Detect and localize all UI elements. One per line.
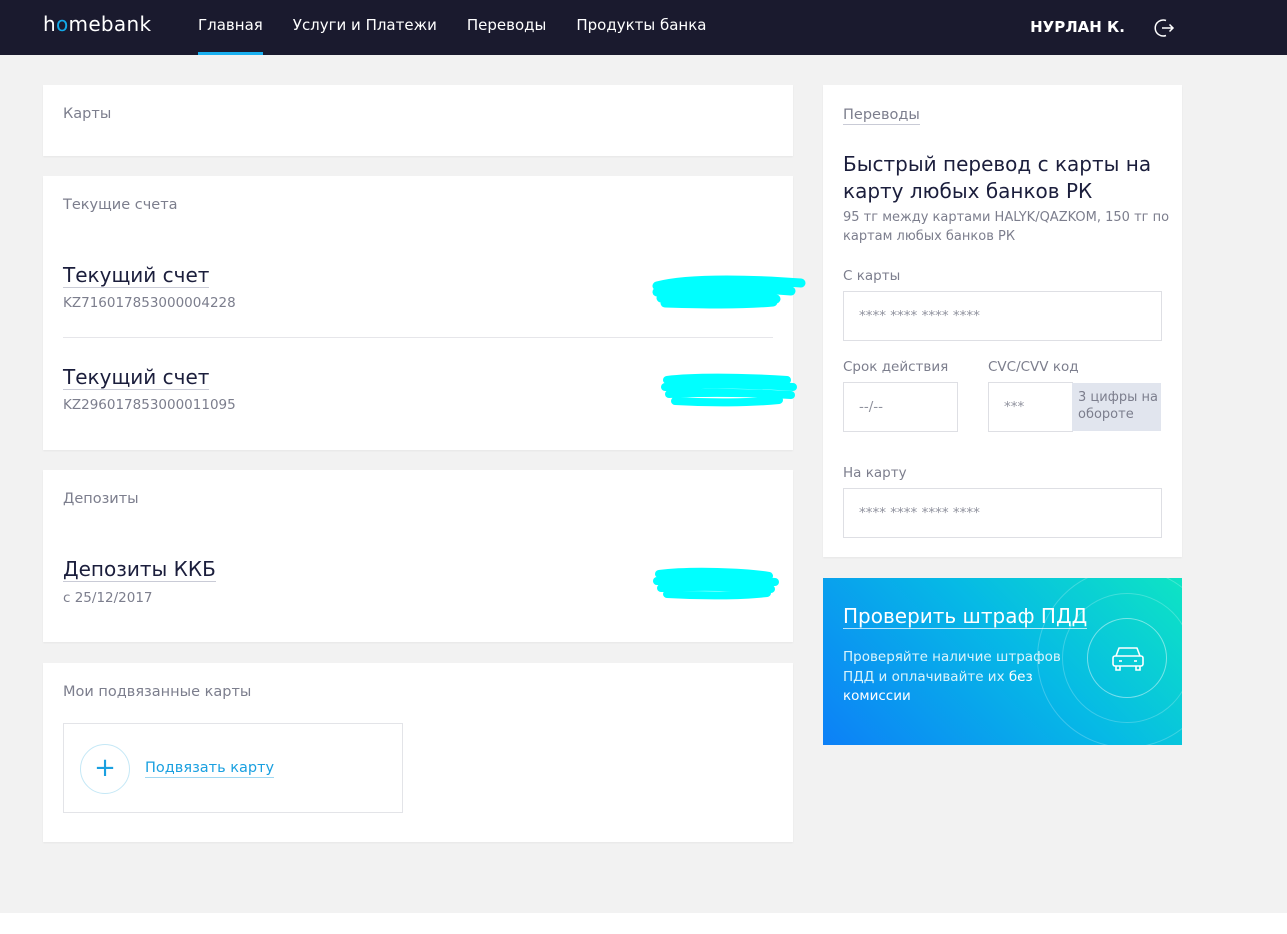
nav-transfers[interactable]: Переводы bbox=[467, 0, 547, 55]
linked-cards-title: Мои подвязанные карты bbox=[63, 684, 252, 700]
linked-cards-panel: Мои подвязанные карты + Подвязать карту bbox=[43, 663, 793, 842]
logo-text-prefix: h bbox=[43, 12, 56, 36]
deposits-panel: Депозиты Депозиты ККБ с 25/12/2017 bbox=[43, 470, 793, 642]
to-card-input[interactable] bbox=[843, 488, 1162, 538]
nav-services-payments[interactable]: Услуги и Платежи bbox=[293, 0, 437, 55]
nav-bank-products[interactable]: Продукты банка bbox=[576, 0, 706, 55]
from-card-input[interactable] bbox=[843, 291, 1162, 341]
from-card-label: С карты bbox=[843, 268, 901, 284]
footer bbox=[0, 913, 1287, 934]
user-name[interactable]: НУРЛАН К. bbox=[1030, 18, 1125, 36]
main-nav: Главная Услуги и Платежи Переводы Продук… bbox=[198, 0, 737, 55]
accounts-title: Текущие счета bbox=[63, 197, 178, 213]
add-card-link[interactable]: Подвязать карту bbox=[145, 759, 275, 778]
cvc-label: CVC/CVV код bbox=[988, 359, 1079, 375]
cvc-hint: 3 цифры на обороте bbox=[1072, 383, 1161, 431]
redaction-mark bbox=[661, 373, 797, 407]
homebank-logo[interactable]: homebank bbox=[43, 12, 151, 36]
cards-panel: Карты bbox=[43, 85, 793, 156]
logo-text-suffix: mebank bbox=[68, 12, 152, 36]
deposit-name[interactable]: Депозиты ККБ bbox=[63, 557, 216, 582]
cvc-input[interactable] bbox=[988, 382, 1073, 432]
transfer-description: 95 тг между картами HALYK/QAZKOM, 150 тг… bbox=[843, 210, 1170, 244]
top-navbar: homebank Главная Услуги и Платежи Перево… bbox=[0, 0, 1287, 55]
account-divider bbox=[63, 337, 773, 338]
account-number: KZ296017853000011095 bbox=[63, 397, 236, 413]
car-icon-circle bbox=[1087, 618, 1167, 698]
cards-title: Карты bbox=[63, 106, 112, 122]
add-card-button[interactable]: + bbox=[80, 744, 130, 794]
logo-text-o: o bbox=[55, 12, 69, 36]
logout-icon[interactable] bbox=[1153, 17, 1175, 39]
account-number: KZ716017853000004228 bbox=[63, 295, 236, 311]
plus-icon: + bbox=[94, 753, 116, 783]
deposit-date: с 25/12/2017 bbox=[63, 590, 153, 606]
account-name[interactable]: Текущий счет bbox=[63, 263, 210, 288]
account-name[interactable]: Текущий счет bbox=[63, 365, 210, 390]
accounts-panel: Текущие счета Текущий счет KZ71601785300… bbox=[43, 176, 806, 450]
expiry-label: Срок действия bbox=[843, 359, 949, 375]
expiry-input[interactable] bbox=[843, 382, 958, 432]
transfer-heading: Быстрый перевод с карты на карту любых б… bbox=[843, 152, 1152, 203]
deposits-title: Депозиты bbox=[63, 491, 139, 507]
car-icon bbox=[1112, 647, 1144, 671]
redaction-mark bbox=[652, 275, 806, 309]
redaction-mark bbox=[653, 567, 779, 600]
to-card-label: На карту bbox=[843, 465, 907, 481]
add-card-box[interactable]: + Подвязать карту bbox=[63, 723, 403, 813]
fine-title[interactable]: Проверить штраф ПДД bbox=[843, 604, 1088, 629]
transfers-link[interactable]: Переводы bbox=[843, 106, 920, 125]
nav-home[interactable]: Главная bbox=[198, 0, 263, 55]
traffic-fine-banner[interactable]: Проверить штраф ПДД Проверяйте наличие ш… bbox=[823, 578, 1182, 745]
fine-description: Проверяйте наличие штрафов ПДД и оплачив… bbox=[843, 648, 1063, 707]
